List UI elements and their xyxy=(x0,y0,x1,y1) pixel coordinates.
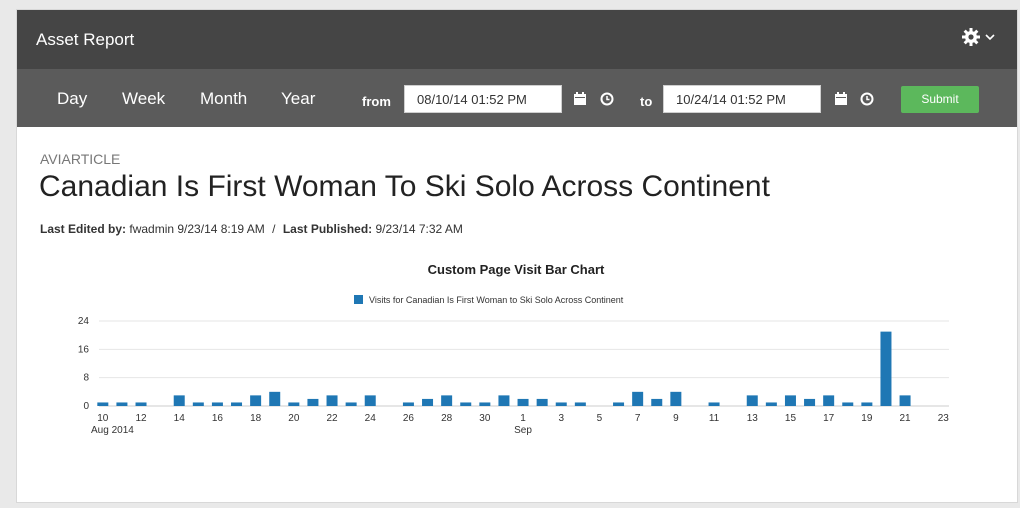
bar xyxy=(479,402,491,406)
y-tick-label: 16 xyxy=(78,344,90,355)
bar xyxy=(307,398,319,406)
bar xyxy=(842,402,854,406)
bar xyxy=(116,402,128,406)
bar xyxy=(899,395,911,406)
bar xyxy=(364,395,376,406)
legend-label: Visits for Canadian Is First Woman to Sk… xyxy=(369,295,624,305)
bar xyxy=(326,395,338,406)
bar xyxy=(613,402,625,406)
bar xyxy=(288,402,300,406)
bar xyxy=(422,398,434,406)
bar xyxy=(746,395,758,406)
x-month-label: Sep xyxy=(514,425,532,436)
x-tick-label: 21 xyxy=(900,413,912,424)
bar xyxy=(536,398,548,406)
x-tick-label: 24 xyxy=(365,413,377,424)
bar xyxy=(651,398,663,406)
bar xyxy=(784,395,796,406)
x-tick-label: 28 xyxy=(441,413,453,424)
bar xyxy=(192,402,204,406)
x-tick-label: 16 xyxy=(212,413,224,424)
bar xyxy=(441,395,453,406)
x-tick-label: 23 xyxy=(938,413,950,424)
bar xyxy=(517,398,529,406)
x-tick-label: 13 xyxy=(747,413,759,424)
bar xyxy=(861,402,873,406)
x-tick-label: 18 xyxy=(250,413,262,424)
x-tick-label: 5 xyxy=(597,413,603,424)
bar xyxy=(460,402,472,406)
y-tick-label: 8 xyxy=(83,373,89,384)
x-tick-label: 14 xyxy=(174,413,186,424)
bar xyxy=(574,402,586,406)
bar xyxy=(765,402,777,406)
bar xyxy=(173,395,185,406)
x-tick-label: 10 xyxy=(97,413,109,424)
bar xyxy=(498,395,510,406)
bar xyxy=(211,402,223,406)
bar xyxy=(708,402,720,406)
bar xyxy=(269,391,281,406)
x-tick-label: 26 xyxy=(403,413,415,424)
x-tick-label: 1 xyxy=(520,413,526,424)
x-tick-label: 19 xyxy=(861,413,873,424)
x-tick-label: 12 xyxy=(135,413,147,424)
x-tick-label: 3 xyxy=(558,413,564,424)
bar xyxy=(402,402,414,406)
bar xyxy=(823,395,835,406)
y-tick-label: 0 xyxy=(83,401,89,412)
x-tick-label: 9 xyxy=(673,413,679,424)
visit-bar-chart: Custom Page Visit Bar Chart Visits for Ca… xyxy=(78,262,950,436)
x-tick-label: 17 xyxy=(823,413,835,424)
x-tick-label: 22 xyxy=(326,413,338,424)
bar xyxy=(250,395,262,406)
bar xyxy=(670,391,682,406)
legend-swatch xyxy=(354,295,363,304)
x-tick-label: 7 xyxy=(635,413,641,424)
bar xyxy=(555,402,567,406)
bar xyxy=(880,331,892,406)
bar xyxy=(135,402,147,406)
x-tick-label: 30 xyxy=(479,413,491,424)
x-tick-label: 15 xyxy=(785,413,797,424)
y-tick-label: 24 xyxy=(78,316,90,327)
x-month-label: Aug 2014 xyxy=(91,425,134,436)
bar xyxy=(804,398,816,406)
x-tick-label: 11 xyxy=(709,413,720,424)
bar xyxy=(97,402,109,406)
chart-title: Custom Page Visit Bar Chart xyxy=(428,262,605,277)
report-panel: Asset Report Day Week Month Year from 08… xyxy=(16,9,1018,503)
x-tick-label: 20 xyxy=(288,413,300,424)
bar xyxy=(345,402,357,406)
bar xyxy=(231,402,243,406)
bar xyxy=(632,391,644,406)
